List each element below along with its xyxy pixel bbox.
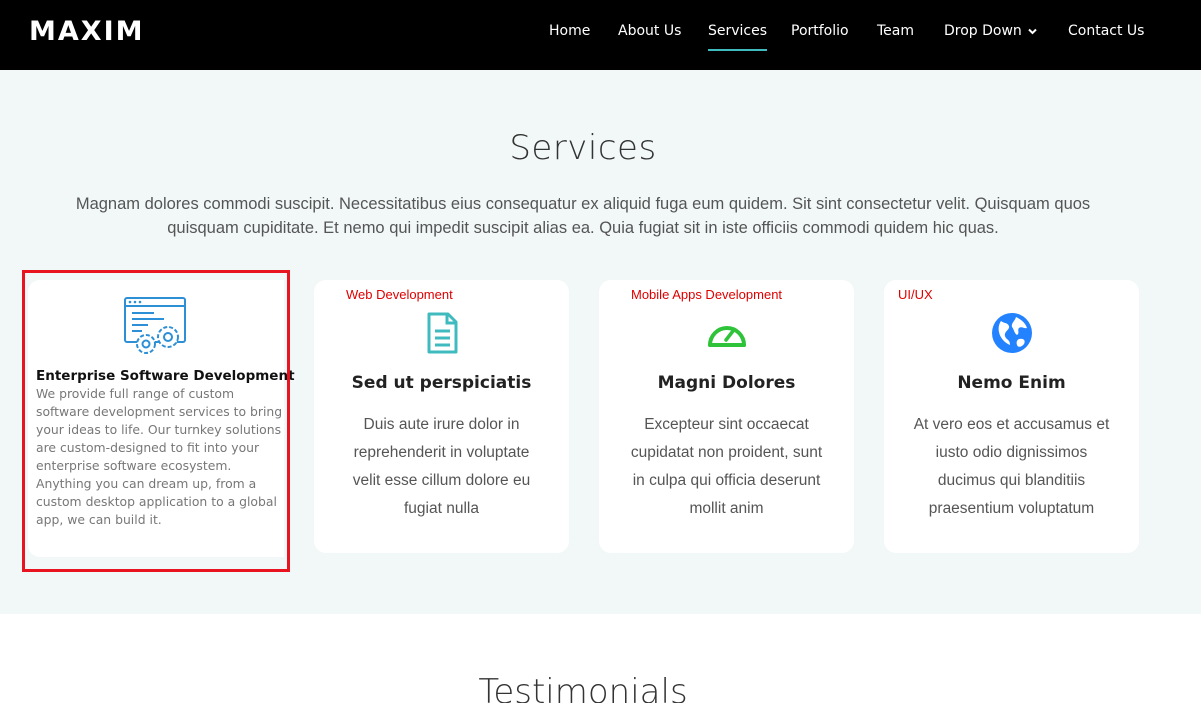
document-icon: [427, 312, 458, 354]
service-card-web-development[interactable]: Web Development Sed ut perspiciatis Duis…: [314, 280, 569, 553]
testimonials-title: Testimonials: [478, 672, 688, 703]
nav-portfolio[interactable]: Portfolio: [791, 23, 849, 39]
service-card-mobile-apps[interactable]: Mobile Apps Development Magni Dolores Ex…: [599, 280, 854, 553]
service-card-category: UI/UX: [898, 287, 933, 302]
service-card-title: Sed ut perspiciatis: [351, 373, 532, 393]
nav-team[interactable]: Team: [877, 23, 914, 39]
service-card-category: Mobile Apps Development: [631, 287, 783, 302]
services-intro: Magnam dolores commodi suscipit. Necessi…: [75, 195, 1091, 237]
nav-contact-us[interactable]: Contact Us: [1068, 23, 1144, 39]
service-card-ui-ux[interactable]: UI/UX Nemo Enim At vero eos et accusamus…: [884, 280, 1139, 553]
service-card-title: Nemo Enim: [957, 373, 1066, 393]
service-card-description: At vero eos et accusamus et iusto odio d…: [913, 416, 1110, 517]
service-card-description: Duis aute irure dolor in reprehenderit i…: [352, 416, 531, 517]
nav-about-us[interactable]: About Us: [618, 23, 681, 39]
speedometer-icon: [708, 326, 746, 347]
service-card-description: Excepteur sint occaecat cupidatat non pr…: [630, 416, 823, 517]
globe-icon: [992, 313, 1032, 353]
site-logo[interactable]: MAXIM: [29, 16, 145, 47]
nav-services[interactable]: Services: [708, 23, 768, 51]
service-card-title: Magni Dolores: [657, 373, 796, 393]
chevron-down-icon: [1028, 28, 1037, 34]
services-title: Services: [509, 128, 657, 168]
highlight-frame: [22, 270, 290, 572]
services-section: Services Magnam dolores commodi suscipit…: [0, 70, 1201, 614]
nav-drop-down-label: Drop Down: [944, 23, 1022, 39]
nav-home[interactable]: Home: [549, 23, 590, 39]
nav-drop-down[interactable]: Drop Down: [944, 23, 1037, 39]
service-card-category: Web Development: [346, 287, 453, 302]
site-header: MAXIM Home About Us Services Portfolio T…: [0, 0, 1201, 70]
